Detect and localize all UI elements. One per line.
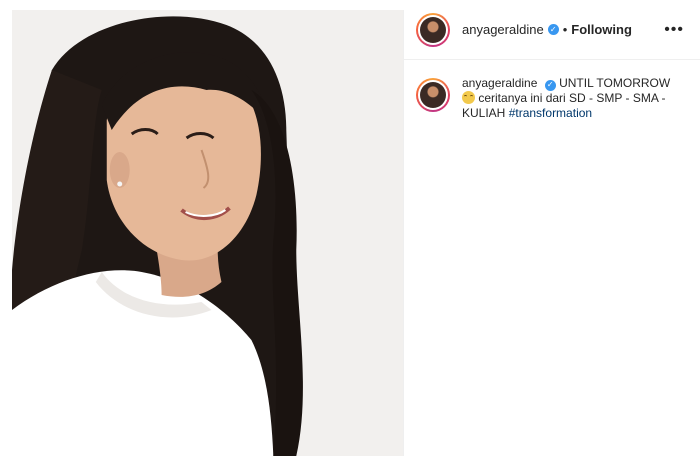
more-options-icon[interactable]: •••: [664, 21, 684, 39]
header-username[interactable]: anyageraldine: [462, 22, 544, 37]
instagram-post: anyageraldine ✓ • Following ••• anyagera…: [0, 0, 700, 466]
profile-avatar[interactable]: [416, 12, 450, 47]
verified-badge-icon: ✓: [547, 24, 559, 35]
caption-text-start: UNTIL TOMORROW: [559, 76, 671, 90]
portrait-image: [12, 10, 403, 456]
header-text: anyageraldine ✓ • Following: [462, 22, 664, 37]
caption-text: anyageraldine ✓ UNTIL TOMORROW ceritanya…: [462, 76, 672, 121]
avatar-frame: [418, 14, 448, 45]
hashtag-link[interactable]: #transformation: [509, 106, 592, 120]
grinning-face-icon: [462, 91, 475, 104]
avatar-image: [420, 16, 446, 43]
caption-comment: anyageraldine ✓ UNTIL TOMORROW ceritanya…: [404, 60, 700, 121]
post-header: anyageraldine ✓ • Following •••: [404, 0, 700, 60]
avatar-image: [420, 82, 446, 108]
avatar-frame: [418, 80, 448, 110]
caption-avatar[interactable]: [416, 78, 450, 112]
verified-badge-icon: ✓: [544, 79, 556, 91]
separator-dot: •: [562, 22, 568, 37]
following-button[interactable]: Following: [571, 22, 632, 37]
post-photo[interactable]: [12, 10, 404, 456]
post-sidebar: anyageraldine ✓ • Following ••• anyagera…: [404, 0, 700, 466]
caption-username[interactable]: anyageraldine: [462, 76, 537, 90]
